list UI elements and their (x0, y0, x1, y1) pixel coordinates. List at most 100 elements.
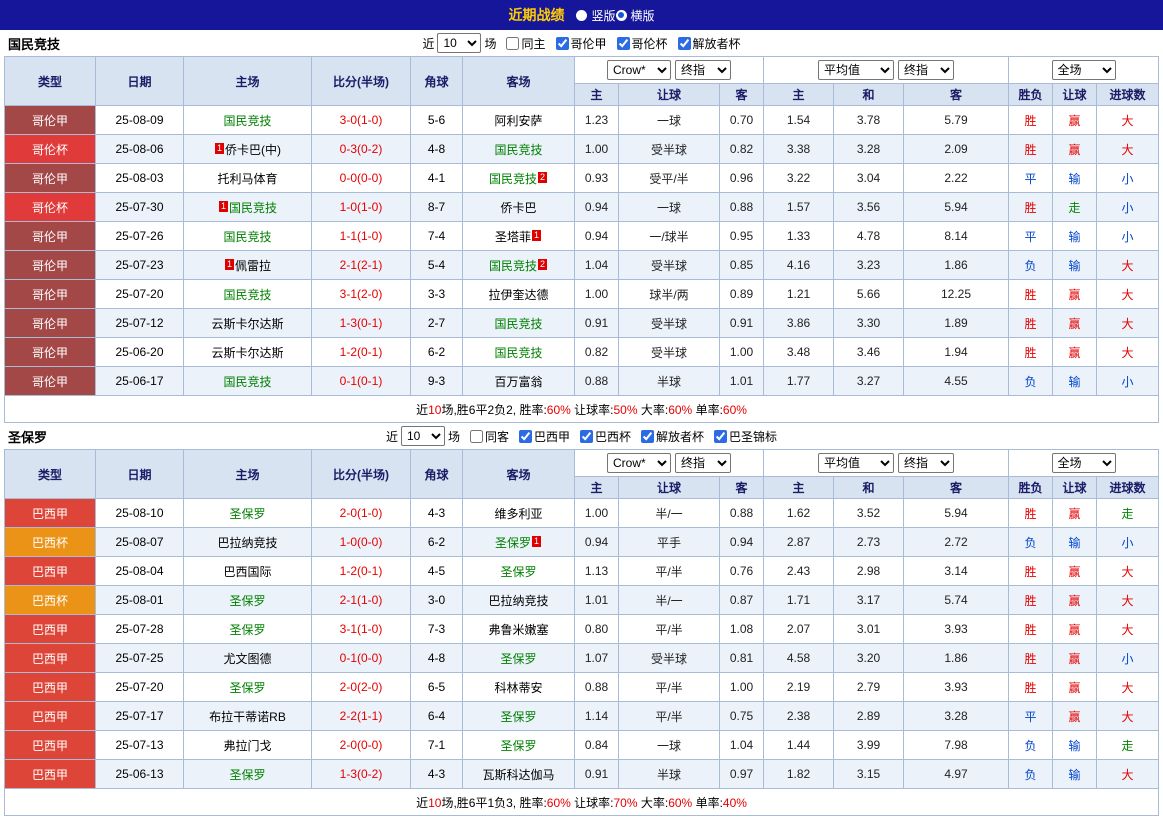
avg-odds-cell: 3.23 (833, 250, 904, 280)
team-name-text: 圣保罗 (229, 506, 266, 521)
home-team[interactable]: 圣保罗 (183, 672, 312, 702)
away-team[interactable]: 国民竞技 (462, 337, 575, 367)
filter-checkbox[interactable]: 解放者杯 (677, 35, 741, 52)
filter-checkbox[interactable]: 巴西杯 (580, 428, 631, 445)
checkbox-input[interactable] (580, 429, 593, 443)
home-team[interactable]: 国民竞技 (183, 366, 312, 396)
away-team[interactable]: 圣保罗 (462, 556, 575, 586)
filter-checkbox[interactable]: 哥伦甲 (555, 35, 607, 52)
team-name-text: 云斯卡尔达斯 (211, 316, 284, 331)
home-team[interactable]: 国民竞技 (183, 105, 312, 135)
away-team[interactable]: 圣塔菲 1 (462, 221, 575, 251)
away-team[interactable]: 国民竞技 (462, 308, 575, 338)
home-team[interactable]: 圣保罗 (183, 759, 312, 789)
checkbox-input[interactable] (714, 429, 728, 443)
checkbox-input[interactable] (641, 429, 655, 443)
home-team[interactable]: 尤文图德 (183, 643, 312, 673)
date-cell: 25-06-13 (95, 759, 184, 789)
odds-source-header: Crow* 终指 (574, 449, 764, 477)
filter-checkbox[interactable]: 解放者杯 (641, 428, 704, 445)
home-team[interactable]: 1 佩雷拉 (183, 250, 312, 280)
near-label: 近 (422, 36, 435, 51)
home-team[interactable]: 巴拉纳竞技 (183, 527, 312, 557)
away-team[interactable]: 圣保罗 1 (462, 527, 575, 557)
home-team[interactable]: 圣保罗 (183, 585, 312, 615)
scope-select[interactable]: 全场 (1051, 60, 1116, 80)
away-team[interactable]: 阿利安萨 (462, 105, 575, 135)
home-team[interactable]: 1 侨卡巴(中) (183, 134, 312, 164)
home-team[interactable]: 巴西国际 (183, 556, 312, 586)
match-row: 哥伦杯 25-08-06 1 侨卡巴(中) 0-3(0-2) 4-8 国民竞技 1.00 受半球… (4, 134, 1159, 164)
home-team[interactable]: 圣保罗 (183, 498, 312, 528)
filter-checkbox[interactable]: 同主 (506, 35, 546, 52)
checkbox-input[interactable] (555, 36, 569, 50)
match-count-select[interactable]: 10 (437, 33, 482, 53)
odds-source-select[interactable]: Crow* (607, 453, 671, 473)
checkbox-input[interactable] (677, 36, 691, 50)
team-name-text: 阿利安萨 (494, 113, 543, 128)
odds-cell: 0.84 (574, 730, 619, 760)
odds-cell: 0.75 (719, 701, 764, 731)
team-name-text: 国民竞技 (228, 200, 277, 215)
match-count-select[interactable]: 10 (400, 426, 445, 446)
odds-cell: 一球 (618, 192, 720, 222)
handicap-result-cell: 赢 (1052, 672, 1097, 702)
away-team[interactable]: 瓦斯科达伽马 (462, 759, 575, 789)
sub-column-header: 进球数 (1096, 476, 1159, 499)
date-cell: 25-07-26 (95, 221, 184, 251)
filter-checkbox[interactable]: 哥伦杯 (616, 35, 668, 52)
away-team[interactable]: 维多利亚 (462, 498, 575, 528)
away-team[interactable]: 科林蒂安 (462, 672, 575, 702)
away-team[interactable]: 国民竞技 2 (462, 250, 575, 280)
away-team[interactable]: 圣保罗 (462, 730, 575, 760)
away-team[interactable]: 侨卡巴 (462, 192, 575, 222)
avg-odds-cell: 3.46 (833, 337, 904, 367)
odds-cell: 0.89 (719, 279, 764, 309)
home-team[interactable]: 1 国民竞技 (183, 192, 312, 222)
avg-source-select[interactable]: 平均值 (818, 60, 894, 80)
filter-checkbox[interactable]: 巴圣锦标 (714, 428, 777, 445)
scope-select[interactable]: 全场 (1051, 453, 1116, 473)
away-team[interactable]: 弗鲁米嫩塞 (462, 614, 575, 644)
checkbox-input[interactable] (518, 429, 532, 443)
odds-time-select[interactable]: 终指 (675, 60, 731, 80)
checkbox-input[interactable] (616, 36, 630, 50)
team-name-text: 圣保罗 (229, 593, 266, 608)
home-team[interactable]: 托利马体育 (183, 163, 312, 193)
home-team[interactable]: 圣保罗 (183, 614, 312, 644)
result-cell: 胜 (1008, 308, 1053, 338)
avg-source-select[interactable]: 平均值 (818, 453, 894, 473)
filter-checkbox[interactable]: 同客 (469, 428, 509, 445)
avg-time-select[interactable]: 终指 (898, 60, 954, 80)
home-team[interactable]: 国民竞技 (183, 221, 312, 251)
summary-text: 场,胜6平2负2, 胜率: (441, 402, 547, 417)
away-team[interactable]: 巴拉纳竞技 (462, 585, 575, 615)
checkbox-input[interactable] (506, 36, 520, 50)
league-cell: 哥伦甲 (4, 366, 96, 396)
away-team[interactable]: 国民竞技 2 (462, 163, 575, 193)
away-team[interactable]: 国民竞技 (462, 134, 575, 164)
filter-checkbox[interactable]: 巴西甲 (518, 428, 570, 445)
odds-source-select[interactable]: Crow* (607, 60, 671, 80)
home-team[interactable]: 云斯卡尔达斯 (183, 337, 312, 367)
odds-cell: 1.07 (574, 643, 619, 673)
away-team[interactable]: 圣保罗 (462, 643, 575, 673)
goals-result-cell: 大 (1096, 279, 1159, 309)
goals-result-cell: 大 (1096, 759, 1159, 789)
away-team[interactable]: 拉伊奎达德 (462, 279, 575, 309)
goals-result-cell: 大 (1096, 585, 1159, 615)
away-team[interactable]: 圣保罗 (462, 701, 575, 731)
avg-time-select[interactable]: 终指 (898, 453, 954, 473)
sub-column-header: 和 (833, 83, 904, 106)
layout-radio[interactable]: 横版 (615, 7, 655, 24)
home-team[interactable]: 弗拉门戈 (183, 730, 312, 760)
checkbox-input[interactable] (469, 429, 483, 443)
away-team[interactable]: 百万富翁 (462, 366, 575, 396)
home-team[interactable]: 云斯卡尔达斯 (183, 308, 312, 338)
layout-radio[interactable]: 竖版 (576, 7, 616, 24)
home-team[interactable]: 布拉干蒂诺RB (183, 701, 312, 731)
league-cell: 哥伦甲 (4, 308, 96, 338)
radio-icon (615, 9, 627, 21)
home-team[interactable]: 国民竞技 (183, 279, 312, 309)
odds-time-select[interactable]: 终指 (675, 453, 731, 473)
